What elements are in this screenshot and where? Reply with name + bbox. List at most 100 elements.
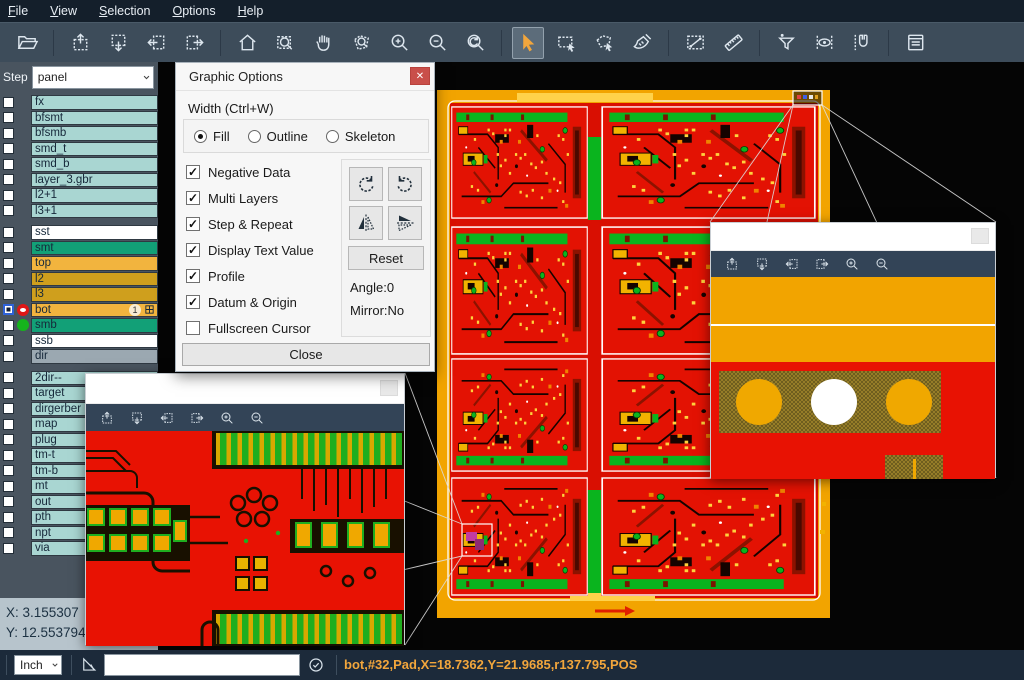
mirror-horizontal-button[interactable] bbox=[349, 206, 383, 240]
tool-view-up-button[interactable] bbox=[720, 253, 744, 275]
tool-zoom-out-button[interactable] bbox=[421, 27, 453, 59]
layer-name[interactable]: l2+1 bbox=[31, 188, 158, 203]
tool-zoom-out-button[interactable] bbox=[245, 407, 269, 429]
layer-name[interactable]: top bbox=[31, 256, 158, 271]
tool-open-file-button[interactable] bbox=[11, 27, 43, 59]
layer-name[interactable]: dir bbox=[31, 349, 158, 364]
layer-checkbox-out[interactable] bbox=[3, 496, 14, 507]
tool-zoom-polygon-button[interactable] bbox=[345, 27, 377, 59]
window-button[interactable] bbox=[971, 228, 989, 244]
close-icon[interactable] bbox=[410, 67, 430, 85]
tool-pan-hand-button[interactable] bbox=[307, 27, 339, 59]
menu-help[interactable]: Help bbox=[238, 4, 264, 18]
layer-name[interactable]: bfsmb bbox=[31, 126, 158, 141]
layer-name[interactable]: layer_3.gbr bbox=[31, 173, 158, 188]
radio-outline[interactable]: Outline bbox=[248, 129, 308, 144]
rotate-ccw-button[interactable] bbox=[388, 167, 422, 201]
option-multi-layers[interactable]: ✓Multi Layers bbox=[186, 185, 314, 211]
layer-checkbox-top[interactable] bbox=[3, 258, 14, 269]
tool-measure-ruler-button[interactable] bbox=[717, 27, 749, 59]
tool-view-up-button[interactable] bbox=[64, 27, 96, 59]
layer-checkbox-target[interactable] bbox=[3, 388, 14, 399]
tool-zoom-in-button[interactable] bbox=[215, 407, 239, 429]
option-negative-data[interactable]: ✓Negative Data bbox=[186, 159, 314, 185]
layer-checkbox-bfsmb[interactable] bbox=[3, 128, 14, 139]
reset-button[interactable]: Reset bbox=[348, 246, 424, 270]
layer-name[interactable]: bot1 bbox=[31, 303, 158, 318]
layer-checkbox-layer-3-gbr[interactable] bbox=[3, 174, 14, 185]
layer-checkbox-l2[interactable] bbox=[3, 273, 14, 284]
layer-checkbox-2dir[interactable] bbox=[3, 372, 14, 383]
layer-checkbox-plug[interactable] bbox=[3, 434, 14, 445]
checkbox-display-text-value[interactable]: ✓ bbox=[186, 243, 200, 257]
tool-zoom-in-button[interactable] bbox=[840, 253, 864, 275]
tool-view-right-button[interactable] bbox=[185, 407, 209, 429]
radio-skeleton[interactable]: Skeleton bbox=[326, 129, 396, 144]
tool-view-down-button[interactable] bbox=[125, 407, 149, 429]
layer-name[interactable]: fx bbox=[31, 95, 158, 110]
tool-view-up-button[interactable] bbox=[95, 407, 119, 429]
layer-checkbox-bot[interactable] bbox=[3, 304, 14, 315]
tool-view-left-button[interactable] bbox=[140, 27, 172, 59]
layer-checkbox-l2-1[interactable] bbox=[3, 190, 14, 201]
layer-name[interactable]: smd_b bbox=[31, 157, 158, 172]
checkbox-negative-data[interactable]: ✓ bbox=[186, 165, 200, 179]
layer-name[interactable]: smb bbox=[31, 318, 158, 333]
layer-checkbox-sst[interactable] bbox=[3, 227, 14, 238]
layer-checkbox-pth[interactable] bbox=[3, 512, 14, 523]
mirror-vertical-button[interactable] bbox=[388, 206, 422, 240]
option-fullscreen-cursor[interactable]: Fullscreen Cursor bbox=[186, 315, 314, 341]
dialog-title-bar[interactable]: Graphic Options bbox=[176, 63, 434, 91]
window-title-bar[interactable] bbox=[86, 374, 404, 404]
pcb-detail-view-2[interactable] bbox=[711, 277, 995, 479]
layer-checkbox-smt[interactable] bbox=[3, 242, 14, 253]
layer-checkbox-mt[interactable] bbox=[3, 481, 14, 492]
sync-check-icon[interactable] bbox=[306, 655, 326, 680]
tool-view-right-button[interactable] bbox=[178, 27, 210, 59]
layer-checkbox-l3[interactable] bbox=[3, 289, 14, 300]
step-select[interactable]: panel bbox=[32, 66, 154, 89]
option-datum-origin[interactable]: ✓Datum & Origin bbox=[186, 289, 314, 315]
layer-checkbox-ssb[interactable] bbox=[3, 335, 14, 346]
layer-checkbox-fx[interactable] bbox=[3, 97, 14, 108]
tool-select-polygon-button[interactable] bbox=[588, 27, 620, 59]
tool-view-left-button[interactable] bbox=[155, 407, 179, 429]
tool-measure-distance-button[interactable] bbox=[679, 27, 711, 59]
close-button[interactable]: Close bbox=[182, 343, 430, 366]
tool-select-arrow-button[interactable] bbox=[512, 27, 544, 59]
menu-view[interactable]: View bbox=[50, 4, 77, 18]
tool-view-options-button[interactable] bbox=[808, 27, 840, 59]
tool-view-down-button[interactable] bbox=[750, 253, 774, 275]
layer-checkbox-bfsmt[interactable] bbox=[3, 112, 14, 123]
layer-checkbox-smb[interactable] bbox=[3, 320, 14, 331]
menu-selection[interactable]: Selection bbox=[99, 4, 150, 18]
tool-filter-button[interactable] bbox=[770, 27, 802, 59]
radio-fill[interactable]: Fill bbox=[194, 129, 230, 144]
unit-select[interactable]: Inch bbox=[14, 655, 62, 675]
window-button[interactable] bbox=[380, 380, 398, 396]
layer-checkbox-map[interactable] bbox=[3, 419, 14, 430]
tool-snap-button[interactable] bbox=[846, 27, 878, 59]
option-display-text-value[interactable]: ✓Display Text Value bbox=[186, 237, 314, 263]
option-step-repeat[interactable]: ✓Step & Repeat bbox=[186, 211, 314, 237]
menu-options[interactable]: Options bbox=[172, 4, 215, 18]
layer-checkbox-tm-t[interactable] bbox=[3, 450, 14, 461]
tool-view-down-button[interactable] bbox=[102, 27, 134, 59]
checkbox-datum-origin[interactable]: ✓ bbox=[186, 295, 200, 309]
tool-zoom-window-button[interactable] bbox=[269, 27, 301, 59]
tool-zoom-out-button[interactable] bbox=[870, 253, 894, 275]
tool-report-button[interactable] bbox=[899, 27, 931, 59]
layer-name[interactable]: bfsmt bbox=[31, 111, 158, 126]
layer-name[interactable]: smt bbox=[31, 241, 158, 256]
checkbox-profile[interactable]: ✓ bbox=[186, 269, 200, 283]
checkbox-fullscreen-cursor[interactable] bbox=[186, 321, 200, 335]
tool-zoom-in-button[interactable] bbox=[383, 27, 415, 59]
layer-checkbox-npt[interactable] bbox=[3, 527, 14, 538]
layer-checkbox-dirgerber[interactable] bbox=[3, 403, 14, 414]
corner-angle-icon[interactable] bbox=[79, 655, 98, 679]
layer-name[interactable]: smd_t bbox=[31, 142, 158, 157]
checkbox-step-repeat[interactable]: ✓ bbox=[186, 217, 200, 231]
rotate-cw-button[interactable] bbox=[349, 167, 383, 201]
layer-name[interactable]: l3+1 bbox=[31, 204, 158, 219]
layer-checkbox-l3-1[interactable] bbox=[3, 205, 14, 216]
